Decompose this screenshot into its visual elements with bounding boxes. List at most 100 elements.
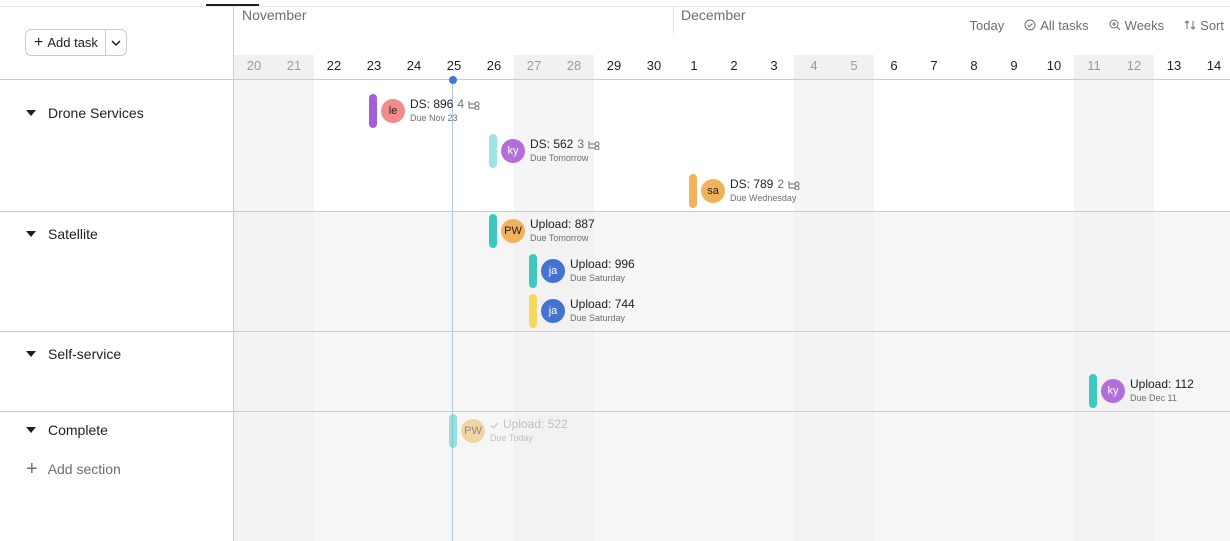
task-item[interactable]: ky DS: 562 3 Due Tomorrow <box>489 134 600 168</box>
day-label: 11 <box>1074 55 1114 79</box>
sort-button[interactable]: Sort <box>1184 16 1224 34</box>
task-item[interactable]: PW Upload: 522 Due Today <box>449 414 568 448</box>
subtask-icon <box>468 101 480 111</box>
section-title: Drone Services <box>48 105 144 121</box>
task-bar[interactable] <box>529 294 537 328</box>
day-label: 30 <box>646 58 662 73</box>
task-due-date: Due Nov 23 <box>410 112 458 123</box>
month-label: November <box>242 7 307 23</box>
add-section-button[interactable]: + Add section <box>26 459 121 479</box>
task-bar[interactable] <box>489 214 497 248</box>
day-label: 23 <box>366 58 382 73</box>
top-border <box>0 0 1230 7</box>
collapse-triangle-icon[interactable] <box>26 231 36 237</box>
avatar[interactable]: ja <box>541 299 565 323</box>
day-label: 29 <box>606 58 622 73</box>
add-task-button[interactable]: + Add task <box>26 30 106 55</box>
day-header-row: 20 21 22 23 24 25 26 27 28 29 30 1 2 3 4 5 6 7 8 9 10 11 12 13 1… <box>234 55 1230 79</box>
subtask-count: 4 <box>457 97 465 112</box>
check-icon <box>490 422 499 429</box>
zoom-weeks-button[interactable]: Weeks <box>1109 16 1165 34</box>
task-due-date: Due Tomorrow <box>530 152 589 163</box>
task-bar[interactable] <box>1089 374 1097 408</box>
task-due-date: Due Tomorrow <box>530 232 589 243</box>
task-due-date: Due Today <box>490 432 533 443</box>
day-label: 3 <box>770 58 778 73</box>
avatar[interactable]: ky <box>501 139 525 163</box>
task-due-date: Due Saturday <box>570 272 626 283</box>
day-label: 21 <box>274 55 314 79</box>
today-button[interactable]: Today <box>970 16 1005 34</box>
subtask-icon <box>788 181 800 191</box>
task-item[interactable]: sa DS: 789 2 Due Wednesday <box>689 174 800 208</box>
collapse-triangle-icon[interactable] <box>26 110 36 116</box>
day-label: 13 <box>1166 58 1182 73</box>
day-label: 8 <box>970 58 978 73</box>
today-label: Today <box>969 17 1005 33</box>
collapse-triangle-icon[interactable] <box>26 351 36 357</box>
all-tasks-label: All tasks <box>1040 17 1089 33</box>
month-label: December <box>681 7 746 23</box>
timeline-toolbar: Today All tasks Weeks Sort <box>950 16 1230 34</box>
task-item[interactable]: le DS: 896 4 Due Nov 23 <box>369 94 480 128</box>
sort-label: Sort <box>1200 17 1224 33</box>
day-label: 20 <box>234 55 274 79</box>
task-name: Upload: 522 <box>490 418 568 431</box>
add-task-label: Add task <box>47 35 98 50</box>
task-item[interactable]: PW Upload: 887 Due Tomorrow <box>489 214 595 248</box>
task-bar[interactable] <box>689 174 697 208</box>
section-title: Self-service <box>48 346 122 362</box>
task-bar[interactable] <box>369 94 377 128</box>
day-label: 22 <box>326 58 342 73</box>
subtask-count: 3 <box>577 137 585 152</box>
task-name: Upload: 112 <box>1130 377 1194 392</box>
add-task-dropdown[interactable] <box>106 30 126 55</box>
avatar[interactable]: PW <box>461 419 485 443</box>
day-label: 10 <box>1046 58 1062 73</box>
day-label: 26 <box>486 58 502 73</box>
section-header-drone-services[interactable]: Drone Services <box>26 105 144 121</box>
task-due-date: Due Wednesday <box>730 192 797 203</box>
section-header-complete[interactable]: Complete <box>26 422 108 438</box>
today-line <box>452 80 453 541</box>
day-label: 24 <box>406 58 422 73</box>
zoom-icon <box>1109 19 1121 31</box>
plus-icon: + <box>34 33 44 51</box>
day-label: 9 <box>1010 58 1018 73</box>
section-header-self-service[interactable]: Self-service <box>26 346 121 362</box>
task-name: DS: 896 4 <box>410 98 480 111</box>
active-tab-indicator <box>206 4 259 6</box>
day-label: 12 <box>1114 55 1154 79</box>
section-header-satellite[interactable]: Satellite <box>26 226 98 242</box>
avatar[interactable]: sa <box>701 179 725 203</box>
subtask-count: 2 <box>777 177 785 192</box>
task-name: DS: 789 2 <box>730 178 800 191</box>
add-task-split-button[interactable]: + Add task <box>25 29 127 56</box>
avatar[interactable]: PW <box>501 219 525 243</box>
day-label: 7 <box>930 58 938 73</box>
avatar[interactable]: ja <box>541 259 565 283</box>
task-bar[interactable] <box>449 414 457 448</box>
task-bar[interactable] <box>489 134 497 168</box>
task-name: DS: 562 3 <box>530 138 600 151</box>
day-label: 2 <box>730 58 738 73</box>
avatar[interactable]: le <box>381 99 405 123</box>
day-label: 5 <box>834 55 874 79</box>
all-tasks-filter[interactable]: All tasks <box>1024 16 1089 34</box>
section-title: Satellite <box>48 226 98 242</box>
day-label: 14 <box>1206 58 1222 73</box>
day-label: 6 <box>890 58 898 73</box>
collapse-triangle-icon[interactable] <box>26 427 36 433</box>
weeks-label: Weeks <box>1124 17 1165 33</box>
today-marker <box>449 76 457 84</box>
plus-icon: + <box>26 458 38 480</box>
month-divider <box>673 7 674 33</box>
task-item[interactable]: ja Upload: 996 Due Saturday <box>529 254 635 288</box>
day-label: 28 <box>554 55 594 79</box>
add-section-label: Add section <box>47 461 121 477</box>
task-item[interactable]: ja Upload: 744 Due Saturday <box>529 294 635 328</box>
task-item[interactable]: ky Upload: 112 Due Dec 11 <box>1089 374 1194 408</box>
chevron-down-icon <box>111 39 121 46</box>
task-bar[interactable] <box>529 254 537 288</box>
avatar[interactable]: ky <box>1101 379 1125 403</box>
